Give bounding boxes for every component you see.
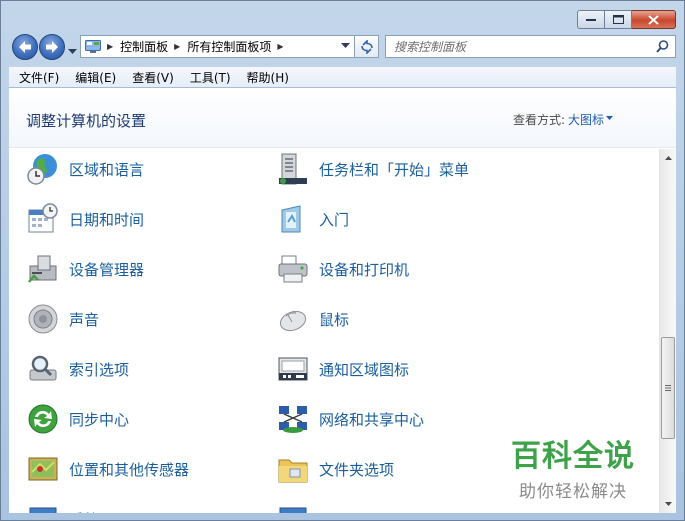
- scroll-down-button[interactable]: [660, 497, 676, 511]
- item-region-language[interactable]: 区域和语言: [25, 149, 144, 189]
- breadcrumb-arrow-icon[interactable]: ▶: [107, 42, 113, 51]
- page-title: 调整计算机的设置: [26, 112, 147, 130]
- close-icon: [648, 14, 659, 25]
- forward-button[interactable]: [39, 34, 65, 60]
- address-dropdown-icon[interactable]: [341, 43, 350, 49]
- notification-area-icon: [275, 351, 311, 387]
- folder-icon: [275, 451, 311, 487]
- control-panel-icon: [85, 39, 101, 53]
- navigation-row: ▶ 控制面板 ▶ 所有控制面板项 ▶: [10, 33, 676, 61]
- view-by-label: 查看方式:: [512, 113, 565, 127]
- back-button[interactable]: [12, 34, 38, 60]
- system-icon: [25, 501, 61, 513]
- watermark: 百科全说 助你轻松解决: [511, 431, 635, 502]
- item-label: 显示: [319, 509, 349, 514]
- item-display[interactable]: 显示: [275, 499, 349, 513]
- item-label: 鼠标: [319, 310, 350, 329]
- menu-edit[interactable]: 编辑(E): [67, 69, 124, 86]
- item-label: 通知区域图标: [319, 360, 410, 379]
- item-label: 入门: [319, 210, 350, 229]
- maximize-icon: [612, 15, 624, 24]
- getting-started-icon: [275, 201, 311, 237]
- item-mouse[interactable]: 鼠标: [275, 299, 349, 339]
- search-icon[interactable]: [656, 40, 669, 53]
- item-label: 设备和打印机: [319, 260, 410, 279]
- item-sync-center[interactable]: 同步中心: [25, 399, 129, 439]
- item-notification-area-icons[interactable]: 通知区域图标: [275, 349, 409, 389]
- item-taskbar-start-menu[interactable]: 任务栏和「开始」菜单: [275, 149, 469, 189]
- menu-view[interactable]: 查看(V): [124, 69, 182, 86]
- item-label: 网络和共享中心: [319, 410, 425, 429]
- minimize-icon: [586, 18, 596, 21]
- breadcrumb-control-panel[interactable]: 控制面板: [120, 38, 168, 55]
- scroll-up-button[interactable]: [660, 151, 676, 165]
- item-network-sharing-center[interactable]: 网络和共享中心: [275, 399, 424, 439]
- item-label: 系统: [69, 509, 99, 514]
- magnifier-icon: [25, 351, 61, 387]
- sync-icon: [25, 401, 61, 437]
- content-pane: 调整计算机的设置 查看方式: 大图标 区域和语言 日期和时间 设备管理器 声音 …: [9, 88, 676, 513]
- breadcrumb-arrow-icon[interactable]: ▶: [174, 42, 180, 51]
- network-icon: [275, 401, 311, 437]
- item-folder-options[interactable]: 文件夹选项: [275, 449, 394, 489]
- globe-clock-icon: [25, 151, 61, 187]
- chevron-down-icon: [68, 49, 77, 54]
- location-sensor-icon: [25, 451, 61, 487]
- item-sound[interactable]: 声音: [25, 299, 99, 339]
- item-indexing-options[interactable]: 索引选项: [25, 349, 129, 389]
- item-label: 位置和其他传感器: [69, 460, 190, 479]
- mouse-icon: [275, 301, 311, 337]
- item-label: 声音: [69, 310, 100, 329]
- vertical-scrollbar[interactable]: [659, 149, 676, 513]
- breadcrumb-all-items[interactable]: 所有控制面板项: [187, 38, 271, 55]
- arrow-left-icon: [19, 41, 31, 53]
- item-label: 区域和语言: [69, 160, 145, 179]
- minimize-button[interactable]: [577, 10, 605, 29]
- menu-file[interactable]: 文件(F): [11, 69, 67, 86]
- menu-bar: 文件(F) 编辑(E) 查看(V) 工具(T) 帮助(H): [9, 66, 676, 88]
- item-date-time[interactable]: 日期和时间: [25, 199, 144, 239]
- refresh-icon: [360, 39, 373, 54]
- item-devices-printers[interactable]: 设备和打印机: [275, 249, 409, 289]
- calendar-clock-icon: [25, 201, 61, 237]
- display-icon: [275, 501, 311, 513]
- item-getting-started[interactable]: 入门: [275, 199, 349, 239]
- item-label: 文件夹选项: [319, 460, 395, 479]
- caption-buttons: [577, 10, 676, 29]
- item-label: 索引选项: [69, 360, 130, 379]
- watermark-title: 百科全说: [511, 439, 635, 474]
- taskbar-icon: [275, 151, 311, 187]
- view-by-dropdown[interactable]: 大图标: [568, 111, 604, 128]
- search-input[interactable]: [386, 36, 656, 57]
- menu-tools[interactable]: 工具(T): [182, 69, 239, 86]
- chevron-down-icon[interactable]: [606, 116, 613, 121]
- item-label: 同步中心: [69, 410, 130, 429]
- item-label: 日期和时间: [69, 210, 145, 229]
- grip-icon: [665, 385, 671, 391]
- printer-icon: [275, 251, 311, 287]
- search-box: [385, 35, 676, 58]
- item-location-sensors[interactable]: 位置和其他传感器: [25, 449, 189, 489]
- refresh-button[interactable]: [355, 35, 379, 58]
- item-label: 任务栏和「开始」菜单: [319, 160, 470, 179]
- recent-pages-dropdown[interactable]: [68, 44, 77, 58]
- device-manager-icon: [25, 251, 61, 287]
- scroll-thumb[interactable]: [661, 337, 675, 439]
- item-system[interactable]: 系统: [25, 499, 99, 513]
- close-button[interactable]: [632, 10, 676, 29]
- item-label: 设备管理器: [69, 260, 145, 279]
- control-panel-window: ▶ 控制面板 ▶ 所有控制面板项 ▶ 文件(F) 编辑(E) 查看(V) 工具(…: [0, 0, 685, 521]
- content-header: 调整计算机的设置 查看方式: 大图标: [9, 88, 676, 148]
- menu-help[interactable]: 帮助(H): [239, 69, 297, 86]
- address-bar[interactable]: ▶ 控制面板 ▶ 所有控制面板项 ▶: [80, 35, 355, 58]
- maximize-button[interactable]: [605, 10, 632, 29]
- speaker-icon: [25, 301, 61, 337]
- breadcrumb-arrow-icon[interactable]: ▶: [277, 42, 283, 51]
- item-device-manager[interactable]: 设备管理器: [25, 249, 144, 289]
- chevron-down-icon: [664, 502, 672, 506]
- chevron-up-icon: [664, 156, 672, 160]
- watermark-subtitle: 助你轻松解决: [519, 482, 627, 502]
- arrow-right-icon: [46, 41, 58, 53]
